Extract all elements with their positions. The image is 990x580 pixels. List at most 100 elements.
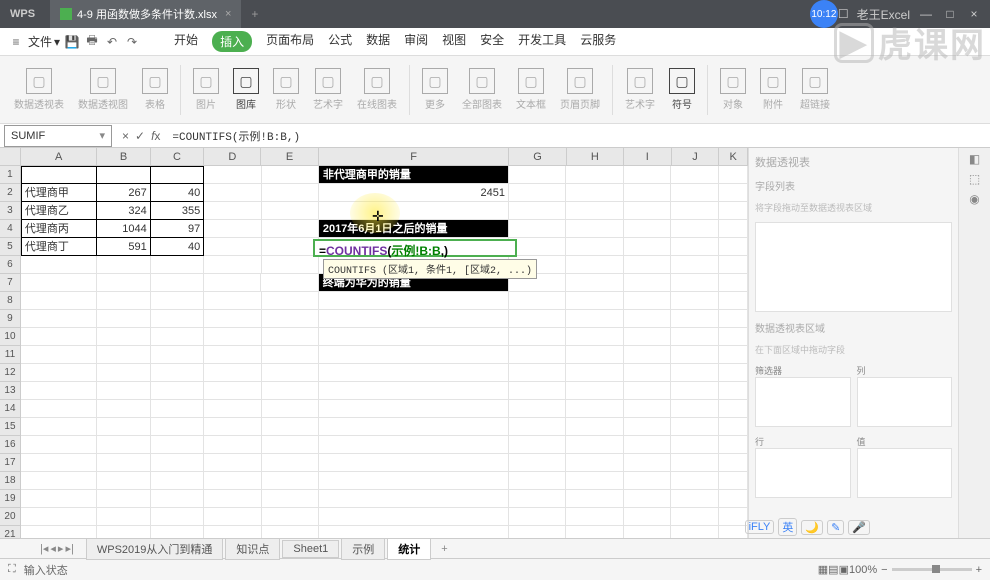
cell-E6[interactable] [262,256,319,274]
cell-E17[interactable] [262,454,319,472]
ribbon-tab-9[interactable]: 云服务 [580,31,616,52]
ribbon-group-6[interactable]: ▢艺术字 [307,68,349,111]
cell-J12[interactable] [671,364,719,382]
cell-F19[interactable] [319,490,509,508]
view-normal-icon[interactable]: ▦ [818,563,828,576]
cell-I11[interactable] [624,346,672,364]
cell-A9[interactable] [21,310,97,328]
cell-G2[interactable] [509,184,566,202]
cell-A5[interactable]: 代理商丁 [21,238,97,256]
cell-G8[interactable] [509,292,566,310]
cell-F14[interactable] [319,400,509,418]
cell-K16[interactable] [719,436,748,454]
active-cell-editor[interactable]: =COUNTIFS(示例!B:B,) [313,239,517,257]
cell-D18[interactable] [204,472,261,490]
cell-B7[interactable] [97,274,151,292]
cell-C14[interactable] [151,400,205,418]
ime-item-1[interactable]: 英 [778,518,797,536]
cell-F4[interactable]: 2017年6月1日之后的销量 [319,220,509,238]
cell-E10[interactable] [262,328,319,346]
cell-G19[interactable] [509,490,566,508]
cell-C11[interactable] [151,346,205,364]
sheet-tab-3[interactable]: 示例 [341,538,385,560]
cell-I15[interactable] [624,418,672,436]
row-header-8[interactable]: 8 [0,292,21,310]
sheet-nav-first[interactable]: |◂ [40,542,48,555]
formula-input[interactable]: =COUNTIFS(示例!B:B,) [166,128,990,144]
cell-C12[interactable] [151,364,205,382]
cell-C4[interactable]: 97 [151,220,205,238]
cell-B3[interactable]: 324 [97,202,151,220]
cell-B5[interactable]: 591 [97,238,151,256]
cell-E14[interactable] [262,400,319,418]
cell-E2[interactable] [262,184,319,202]
cell-C15[interactable] [151,418,205,436]
cell-A21[interactable] [21,526,97,538]
row-header-21[interactable]: 21 [0,526,21,538]
cell-J5[interactable] [671,238,719,256]
row-header-11[interactable]: 11 [0,346,21,364]
cell-K3[interactable] [719,202,748,220]
row-header-9[interactable]: 9 [0,310,21,328]
ribbon-group-12[interactable]: ▢艺术字 [619,68,661,111]
row-header-1[interactable]: 1 [0,166,21,184]
cell-C16[interactable] [151,436,205,454]
cell-D20[interactable] [204,508,261,526]
cell-C8[interactable] [151,292,205,310]
cell-F3[interactable] [319,202,509,220]
cell-D12[interactable] [204,364,261,382]
cell-I10[interactable] [624,328,672,346]
cell-J19[interactable] [671,490,719,508]
cell-K17[interactable] [719,454,748,472]
cell-H4[interactable] [566,220,623,238]
cell-I9[interactable] [624,310,672,328]
row-header-17[interactable]: 17 [0,454,21,472]
values-box[interactable] [857,448,953,498]
cell-E20[interactable] [262,508,319,526]
row-header-5[interactable]: 5 [0,238,21,256]
cell-K7[interactable] [719,274,748,292]
ribbon-tab-7[interactable]: 安全 [480,31,504,52]
cell-J16[interactable] [671,436,719,454]
view-break-icon[interactable]: ▣ [839,563,849,576]
cell-A4[interactable]: 代理商丙 [21,220,97,238]
cell-F1[interactable]: 非代理商甲的销量 [319,166,509,184]
ribbon-tab-8[interactable]: 开发工具 [518,31,566,52]
cell-B21[interactable] [97,526,151,538]
cell-F2[interactable]: 2451 [319,184,509,202]
cell-J9[interactable] [671,310,719,328]
cell-B15[interactable] [97,418,151,436]
app-settings-icon[interactable]: ⛶ [8,563,16,576]
cell-H18[interactable] [566,472,623,490]
cell-E19[interactable] [262,490,319,508]
ribbon-tab-1[interactable]: 插入 [212,31,252,52]
cell-H14[interactable] [566,400,623,418]
cell-A17[interactable] [21,454,97,472]
cell-B10[interactable] [97,328,151,346]
cell-C6[interactable] [151,256,205,274]
ribbon-tab-4[interactable]: 数据 [366,31,390,52]
cell-J15[interactable] [671,418,719,436]
cell-F18[interactable] [319,472,509,490]
cell-C3[interactable]: 355 [151,202,205,220]
sheet-tab-0[interactable]: WPS2019从入门到精通 [86,538,224,560]
cell-C21[interactable] [151,526,205,538]
row-header-2[interactable]: 2 [0,184,21,202]
ribbon-tab-2[interactable]: 页面布局 [266,31,314,52]
cell-K19[interactable] [719,490,748,508]
sheet-nav-prev[interactable]: ◂ [50,542,56,555]
ribbon-tab-3[interactable]: 公式 [328,31,352,52]
cell-H12[interactable] [566,364,623,382]
row-header-10[interactable]: 10 [0,328,21,346]
cell-H10[interactable] [566,328,623,346]
cell-J18[interactable] [671,472,719,490]
cell-E3[interactable] [262,202,319,220]
cell-F9[interactable] [319,310,509,328]
row-header-7[interactable]: 7 [0,274,21,292]
cell-J20[interactable] [671,508,719,526]
file-menu[interactable]: 文件 ▾ [28,33,60,50]
cell-C20[interactable] [151,508,205,526]
col-header-D[interactable]: D [204,148,261,165]
cell-J2[interactable] [671,184,719,202]
cell-A18[interactable] [21,472,97,490]
